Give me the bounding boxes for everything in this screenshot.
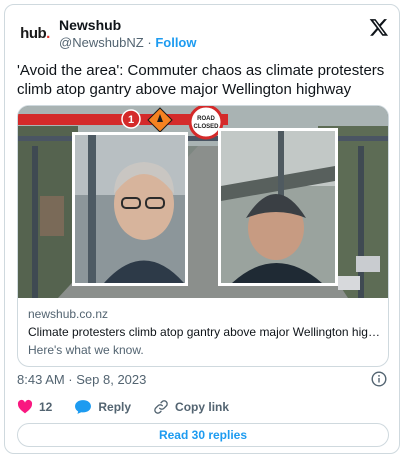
heart-icon bbox=[17, 399, 33, 414]
link-icon bbox=[154, 400, 168, 414]
copy-link-button[interactable]: Copy link bbox=[153, 399, 229, 415]
info-icon[interactable] bbox=[371, 371, 387, 387]
link-description: Here's what we know. bbox=[28, 343, 144, 357]
follow-button[interactable]: Follow bbox=[155, 35, 196, 50]
avatar-logo-text: hub bbox=[20, 24, 47, 42]
separator-dot: · bbox=[147, 35, 152, 50]
preview-scene: 1 ROAD CLOSED bbox=[18, 106, 388, 298]
tweet-card: hub. Newshub @NewshubNZ · Follow 'Avoid … bbox=[4, 4, 400, 454]
sign-road-closed-line2: CLOSED bbox=[193, 124, 219, 130]
tweet-timestamp[interactable]: 8:43 AM · Sep 8, 2023 bbox=[17, 371, 146, 389]
reply-bubble-icon bbox=[75, 400, 92, 414]
tweet-text: 'Avoid the area': Commuter chaos as clim… bbox=[17, 62, 385, 98]
tweet-actions: 12 Reply Copy link bbox=[17, 397, 251, 417]
link-preview-card[interactable]: 1 ROAD CLOSED newshub.co.nz Climate prot… bbox=[17, 105, 389, 367]
reply-button[interactable]: Reply bbox=[74, 399, 131, 415]
reply-label: Reply bbox=[98, 400, 132, 414]
avatar-logo-dot: . bbox=[46, 24, 50, 42]
author-block: Newshub @NewshubNZ · Follow bbox=[59, 16, 197, 52]
read-replies-button[interactable]: Read 30 replies bbox=[17, 423, 389, 447]
protester-frame-right bbox=[218, 128, 338, 286]
link-title: Climate protesters climb atop gantry abo… bbox=[28, 325, 380, 339]
link-domain: newshub.co.nz bbox=[28, 307, 109, 321]
handle-line: @NewshubNZ · Follow bbox=[59, 34, 197, 52]
like-count: 12 bbox=[39, 400, 53, 414]
sign-number: 1 bbox=[128, 114, 134, 126]
like-button[interactable]: 12 bbox=[17, 399, 52, 415]
sign-road-closed-line1: ROAD bbox=[197, 116, 215, 122]
tweet-header: hub. Newshub @NewshubNZ · Follow bbox=[17, 15, 389, 55]
copy-link-label: Copy link bbox=[175, 400, 230, 414]
display-name[interactable]: Newshub bbox=[59, 16, 197, 34]
x-logo-icon[interactable] bbox=[369, 17, 389, 37]
avatar[interactable]: hub. bbox=[17, 15, 53, 51]
author-handle[interactable]: @NewshubNZ bbox=[59, 35, 144, 50]
protester-frame-left bbox=[72, 132, 188, 286]
link-preview-image: 1 ROAD CLOSED bbox=[18, 106, 388, 298]
